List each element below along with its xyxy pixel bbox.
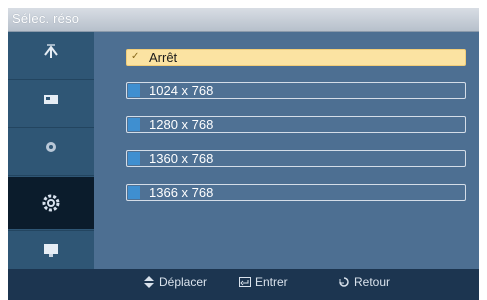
- footer-return-label: Retour: [354, 275, 391, 289]
- option-off[interactable]: ✓ Arrêt: [126, 49, 466, 66]
- selected-check-icon: ✓: [131, 51, 140, 62]
- footer-move: Déplacer: [143, 275, 207, 289]
- option-label: Arrêt: [149, 50, 178, 65]
- sidebar-item-monitor[interactable]: [8, 231, 94, 269]
- title-bar: Sélec. réso: [8, 8, 479, 32]
- option-label: 1280 x 768: [149, 117, 214, 132]
- option-label: 1360 x 768: [149, 151, 214, 166]
- menu-title: Sélec. réso: [12, 11, 80, 26]
- option-marker: [128, 152, 140, 165]
- option-1360x768[interactable]: 1360 x 768: [126, 150, 466, 167]
- sidebar: [8, 32, 94, 269]
- option-1366x768[interactable]: 1366 x 768: [126, 184, 466, 201]
- picture-icon: [44, 95, 58, 104]
- setup-gear-icon: [42, 194, 60, 212]
- enter-icon: [239, 277, 251, 287]
- updown-arrows-icon: [144, 276, 154, 288]
- option-label: 1024 x 768: [149, 83, 214, 98]
- monitor-icon: [44, 244, 58, 257]
- sidebar-item-picture[interactable]: [8, 80, 94, 118]
- sidebar-item-sound[interactable]: [8, 128, 94, 166]
- option-marker: [128, 118, 140, 131]
- option-marker: [128, 186, 140, 199]
- footer-move-label: Déplacer: [159, 275, 208, 289]
- footer-help-bar: Déplacer Entrer Retour: [8, 269, 479, 300]
- sound-icon: [46, 142, 56, 152]
- content-panel: ✓ Arrêt 1024 x 768 1280 x 768 1360 x 768…: [94, 32, 479, 269]
- sidebar-item-setup[interactable]: [8, 177, 94, 229]
- option-1280x768[interactable]: 1280 x 768: [126, 116, 466, 133]
- sidebar-item-antenna[interactable]: [8, 32, 94, 70]
- footer-return: Retour: [338, 275, 390, 289]
- footer-enter-label: Entrer: [255, 275, 288, 289]
- option-1024x768[interactable]: 1024 x 768: [126, 82, 466, 99]
- return-icon: [339, 277, 349, 287]
- footer-enter: Entrer: [239, 275, 288, 289]
- antenna-icon: [44, 44, 58, 58]
- option-marker: [128, 84, 140, 97]
- osd-menu-window: Sélec. réso ✓ Arrêt 1024 x 768 1280 x 76…: [8, 8, 479, 300]
- option-label: 1366 x 768: [149, 185, 214, 200]
